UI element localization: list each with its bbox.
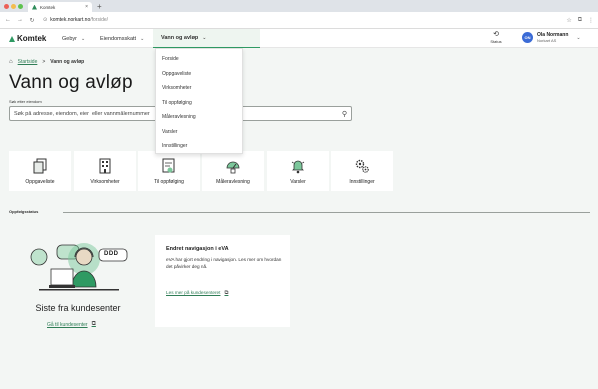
tile-til-oppfolging[interactable]: Til oppfølging — [138, 151, 200, 191]
nav-label: Eiendomsskatt — [100, 35, 137, 42]
nav-gebyr[interactable]: Gebyr ⌄ — [62, 29, 85, 48]
news-card: Endret navigasjon i eVA eVA har gjort en… — [155, 235, 290, 327]
nav-vann-og-avlop[interactable]: Vann og avløp ⌄ — [153, 29, 260, 48]
tile-label: Måleravlesning — [216, 178, 250, 185]
copy-icon — [32, 158, 48, 174]
breadcrumb-current: Vann og avløp — [50, 59, 85, 65]
kundesenter-link[interactable]: Gå til kundesenter ⧉ — [47, 321, 96, 328]
browser-tabstrip: Komtek × + — [0, 0, 598, 12]
search-label: Søk etter eiendom — [9, 99, 42, 104]
chevron-down-icon: ⌄ — [202, 35, 207, 41]
home-icon[interactable]: ⌂ — [9, 59, 13, 65]
nav-eiendomsskatt[interactable]: Eiendomsskatt ⌄ — [100, 29, 144, 48]
tile-label: Til oppfølging — [154, 178, 184, 185]
star-icon[interactable]: ☆ — [566, 17, 571, 24]
tile-label: Innstillinger — [349, 178, 375, 185]
tile-label: Oppgaveliste — [25, 178, 55, 185]
favicon-icon — [32, 4, 37, 10]
dropdown-item-oppgaveliste[interactable]: Oppgaveliste — [156, 67, 242, 82]
nav-label: Gebyr — [62, 35, 77, 42]
komtek-logo[interactable]: Komtek — [9, 34, 46, 43]
logo-text: Komtek — [17, 34, 47, 43]
customer-service-illustration — [30, 243, 128, 291]
page-title: Vann og avløp — [9, 72, 133, 93]
dropdown-item-maleravlesning[interactable]: Måleravlesning — [156, 110, 242, 125]
status-button[interactable]: ⟲ Status — [488, 31, 504, 44]
kundesenter-title: Siste fra kundesenter — [35, 303, 121, 313]
new-tab-button[interactable]: + — [97, 2, 102, 12]
app-header: Komtek Gebyr ⌄ Eiendomsskatt ⌄ Vann og avl… — [0, 29, 598, 48]
tile-label: Virksomheter — [90, 178, 120, 185]
back-icon[interactable]: ← — [5, 17, 11, 23]
extensions-icon[interactable]: ⧉ — [578, 17, 582, 24]
news-link-label: Les mer på kundesenteret — [166, 290, 221, 295]
address-bar[interactable]: ⊙ komtek.norkart.no/forside/ — [43, 17, 108, 23]
section-title: Oppfølgsstatus — [9, 209, 39, 214]
dropdown-item-varsler[interactable]: Varsler — [156, 125, 242, 140]
tab-close-icon[interactable]: × — [85, 4, 88, 10]
maximize-window-dot[interactable] — [18, 4, 23, 9]
dropdown-item-innstillinger[interactable]: Innstillinger — [156, 139, 242, 154]
browser-tab[interactable]: Komtek × — [28, 2, 92, 12]
status-label: Status — [490, 39, 502, 44]
dropdown-item-forside[interactable]: Forside — [156, 52, 242, 67]
page-background — [0, 48, 598, 389]
news-title: Endret navigasjon i eVA — [166, 246, 229, 252]
tile-oppgaveliste[interactable]: Oppgaveliste — [9, 151, 71, 191]
note-icon — [161, 158, 177, 174]
external-link-icon: ⧉ — [91, 321, 96, 327]
menu-icon[interactable]: ⋮ — [588, 17, 594, 24]
kundesenter-panel: DDD Siste fra kundesenter Gå til kundese… — [9, 235, 147, 331]
dropdown-item-til-oppfolging[interactable]: Til oppfølging — [156, 96, 242, 111]
search-icon[interactable]: ⚲ — [342, 110, 347, 118]
speech-bubble-text: DDD — [104, 251, 119, 257]
avatar: ON — [522, 32, 533, 43]
tile-label: Varsler — [290, 178, 306, 185]
gears-icon — [354, 158, 370, 174]
logo-mark-icon — [9, 35, 15, 42]
tab-title: Komtek — [40, 4, 56, 10]
close-window-dot[interactable] — [4, 4, 9, 9]
bell-icon — [290, 158, 306, 174]
lock-icon: ⊙ — [43, 17, 48, 23]
forward-icon[interactable]: → — [17, 17, 23, 23]
tile-maleravlesning[interactable]: Måleravlesning — [202, 151, 264, 191]
meter-icon — [225, 158, 241, 174]
tile-innstillinger[interactable]: Innstillinger — [331, 151, 393, 191]
nav-label: Vann og avløp — [161, 35, 199, 41]
status-icon: ⟲ — [493, 31, 499, 38]
chevron-down-icon: ⌄ — [576, 34, 581, 41]
reload-icon[interactable]: ↻ — [29, 17, 35, 24]
vann-og-avlop-dropdown: Forside Oppgaveliste Virksomheter Til op… — [155, 48, 243, 154]
chevron-down-icon: ⌄ — [80, 35, 86, 42]
kundesenter-link-label: Gå til kundesenter — [47, 321, 88, 328]
minimize-window-dot[interactable] — [11, 4, 16, 9]
tile-varsler[interactable]: Varsler — [267, 151, 329, 191]
news-body: eVA har gjort endring i navigasjon. Les … — [166, 257, 282, 269]
user-org: Norkart AS — [537, 38, 557, 43]
external-link-icon: ⧉ — [224, 290, 229, 296]
breadcrumb-separator: > — [42, 59, 46, 65]
breadcrumb: ⌂ Startside > Vann og avløp — [9, 59, 84, 65]
building-icon — [97, 158, 113, 174]
browser-toolbar: ← → ↻ ⊙ komtek.norkart.no/forside/ ☆ ⧉ ⋮ — [0, 12, 598, 29]
tile-virksomheter[interactable]: Virksomheter — [74, 151, 136, 191]
news-link[interactable]: Les mer på kundesenteret ⧉ — [166, 290, 228, 297]
chevron-down-icon: ⌄ — [140, 35, 145, 42]
url-host: komtek.norkart.no — [50, 17, 91, 23]
dropdown-item-virksomheter[interactable]: Virksomheter — [156, 81, 242, 96]
section-divider — [63, 212, 590, 213]
breadcrumb-home-link[interactable]: Startside — [18, 59, 38, 65]
url-path: /forside/ — [90, 17, 109, 23]
user-menu[interactable]: ON Ola Normann Norkart AS ⌄ — [522, 32, 581, 43]
